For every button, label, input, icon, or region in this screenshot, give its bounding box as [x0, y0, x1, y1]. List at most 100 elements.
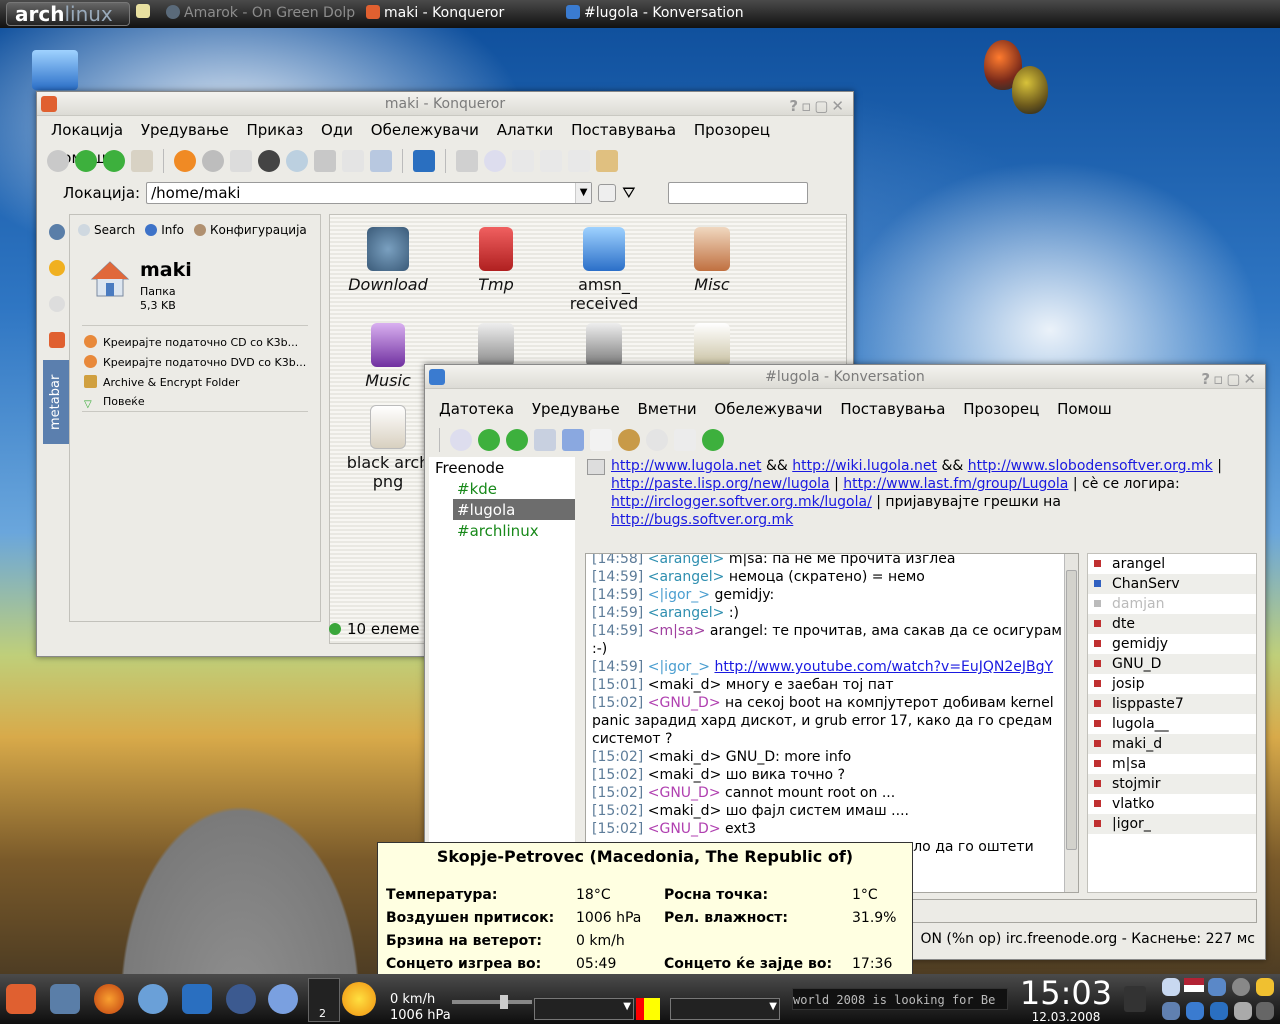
file-item[interactable]: Download — [338, 227, 438, 294]
topic-link[interactable]: http://wiki.lugola.net — [792, 458, 937, 474]
split-vertical-icon[interactable] — [540, 150, 562, 172]
sidebar-home-icon[interactable] — [49, 332, 65, 348]
message-nick[interactable]: <maki_d> — [648, 677, 722, 693]
web-icon[interactable] — [226, 984, 256, 1014]
tree-network-freenode[interactable]: Freenode — [429, 457, 575, 478]
menu-settings[interactable]: Поставувања — [840, 400, 945, 418]
konqueror-launcher-icon[interactable] — [182, 984, 212, 1014]
tree-channel-lugola[interactable]: #lugola — [453, 499, 575, 520]
topic-link[interactable]: http://bugs.softver.org.mk — [611, 512, 793, 528]
tree-channel-kde[interactable]: #kde — [429, 478, 575, 499]
remove-view-icon[interactable] — [568, 150, 590, 172]
gear-icon[interactable] — [258, 150, 280, 172]
menu-location[interactable]: Локација — [51, 121, 123, 139]
mail-icon[interactable] — [1208, 978, 1226, 996]
nick-item[interactable]: lisppaste7 — [1088, 694, 1256, 714]
message-nick[interactable]: <maki_d> — [648, 767, 722, 783]
nick-item[interactable]: lugola__ — [1088, 714, 1256, 734]
nick-item[interactable]: |igor_ — [1088, 814, 1256, 834]
search-icon[interactable] — [450, 429, 472, 451]
preview-icon[interactable] — [370, 150, 392, 172]
firefox-icon[interactable] — [94, 984, 124, 1014]
menu-go[interactable]: Оди — [321, 121, 353, 139]
go-icon[interactable] — [598, 184, 617, 202]
back-icon[interactable] — [47, 150, 69, 172]
settings-icon[interactable] — [138, 984, 168, 1014]
menu-file[interactable]: Датотека — [439, 400, 514, 418]
message-nick[interactable]: <GNU_D> — [648, 695, 721, 711]
icon-view-icon[interactable] — [314, 150, 336, 172]
news-ticker[interactable]: world 2008 is looking for Be — [792, 988, 1008, 1010]
broom-icon[interactable] — [136, 4, 154, 20]
sidebar-star-icon[interactable] — [49, 260, 65, 276]
message-nick[interactable]: <arangel> — [648, 569, 725, 585]
message-nick[interactable]: <maki_d> — [648, 803, 722, 819]
menu-bookmarks[interactable]: Обележувачи — [714, 400, 822, 418]
desktop-pager[interactable]: 2 — [308, 978, 340, 1022]
stop-icon[interactable] — [202, 150, 224, 172]
nick-item[interactable]: arangel — [1088, 554, 1256, 574]
split-view-icon[interactable] — [456, 150, 478, 172]
desktop-folder-icon[interactable] — [32, 50, 78, 90]
menu-insert[interactable]: Вметни — [638, 400, 697, 418]
chevron-down-icon[interactable]: ▼ — [623, 1001, 631, 1012]
sun-weather-icon[interactable] — [342, 982, 376, 1016]
quick-connect-icon[interactable] — [562, 429, 584, 451]
network-icon[interactable] — [1232, 978, 1250, 996]
image-viewer-icon[interactable] — [596, 150, 618, 172]
trash-icon[interactable] — [1124, 986, 1146, 1012]
menu-window[interactable]: Прозорец — [694, 121, 770, 139]
print-icon[interactable] — [230, 150, 252, 172]
message-nick[interactable]: <maki_d> — [648, 749, 722, 765]
panel-combo-2[interactable]: ▼ — [670, 998, 780, 1020]
action-create-dvd[interactable]: Креирајте податочно DVD со K3b... — [84, 355, 306, 369]
nick-item[interactable]: m|sa — [1088, 754, 1256, 774]
archlinux-logo[interactable]: archlinux — [6, 2, 130, 26]
tray-icon[interactable] — [1162, 978, 1180, 996]
nick-item[interactable]: stojmir — [1088, 774, 1256, 794]
tab-config[interactable]: Конфигурација — [193, 223, 307, 237]
file-item[interactable]: black arch png — [338, 405, 438, 491]
nick-item[interactable]: damjan — [1088, 594, 1256, 614]
nick-item[interactable]: ChanServ — [1088, 574, 1256, 594]
klipper-icon[interactable] — [1256, 1002, 1274, 1020]
channel-list-icon[interactable] — [674, 429, 696, 451]
nick-item[interactable]: GNU_D — [1088, 654, 1256, 674]
keyboard-layout-icon[interactable] — [1184, 978, 1204, 992]
find-icon[interactable] — [286, 150, 308, 172]
forward-icon[interactable] — [75, 150, 97, 172]
message-nick[interactable]: <GNU_D> — [648, 821, 721, 837]
nick-item[interactable]: maki_d — [1088, 734, 1256, 754]
task-konversation[interactable]: #lugola - Konversation — [566, 5, 744, 21]
tab-search[interactable]: Search — [78, 223, 135, 237]
tree-channel-archlinux[interactable]: #archlinux — [429, 520, 575, 541]
file-item[interactable]: Music — [338, 323, 438, 390]
split-horizontal-icon[interactable] — [512, 150, 534, 172]
reload-icon[interactable] — [174, 150, 196, 172]
system-monitor-icon[interactable] — [50, 984, 80, 1014]
message-nick[interactable]: <|igor_> — [648, 659, 710, 675]
filter-icon[interactable]: ⛛ — [622, 183, 662, 203]
nick-item[interactable]: josip — [1088, 674, 1256, 694]
topic-link[interactable]: http://irclogger.softver.org.mk/lugola/ — [611, 494, 872, 510]
message-nick[interactable]: <arangel> — [648, 605, 725, 621]
topic-link[interactable]: http://www.last.fm/group/Lugola — [843, 476, 1068, 492]
task-amarok[interactable]: Amarok - On Green Dolp — [166, 5, 355, 21]
menu-edit[interactable]: Уредување — [141, 121, 229, 139]
action-create-cd[interactable]: Креирајте податочно CD со K3b... — [84, 335, 298, 349]
action-archive-encrypt[interactable]: Archive & Encrypt Folder — [84, 375, 240, 389]
list-view-icon[interactable] — [342, 150, 364, 172]
menu-bookmarks[interactable]: Обележувачи — [371, 121, 479, 139]
join-icon[interactable] — [702, 429, 724, 451]
konversation-title-icon[interactable] — [429, 369, 445, 385]
nick-item[interactable]: dte — [1088, 614, 1256, 634]
konqueror-titlebar[interactable]: maki - Konqueror ?▫▢✕ — [37, 92, 853, 116]
chevron-down-icon[interactable]: ▼ — [769, 1001, 777, 1012]
kde-tray-icon[interactable] — [1210, 1002, 1228, 1020]
konqueror-title-icon[interactable] — [41, 96, 57, 112]
next-icon[interactable] — [478, 429, 500, 451]
topic-link[interactable]: http://www.slobodensoftver.org.mk — [968, 458, 1213, 474]
chat-scrollbar[interactable] — [1064, 554, 1078, 892]
menu-tools[interactable]: Алатки — [497, 121, 554, 139]
message-nick[interactable]: <m|sa> — [648, 623, 706, 639]
